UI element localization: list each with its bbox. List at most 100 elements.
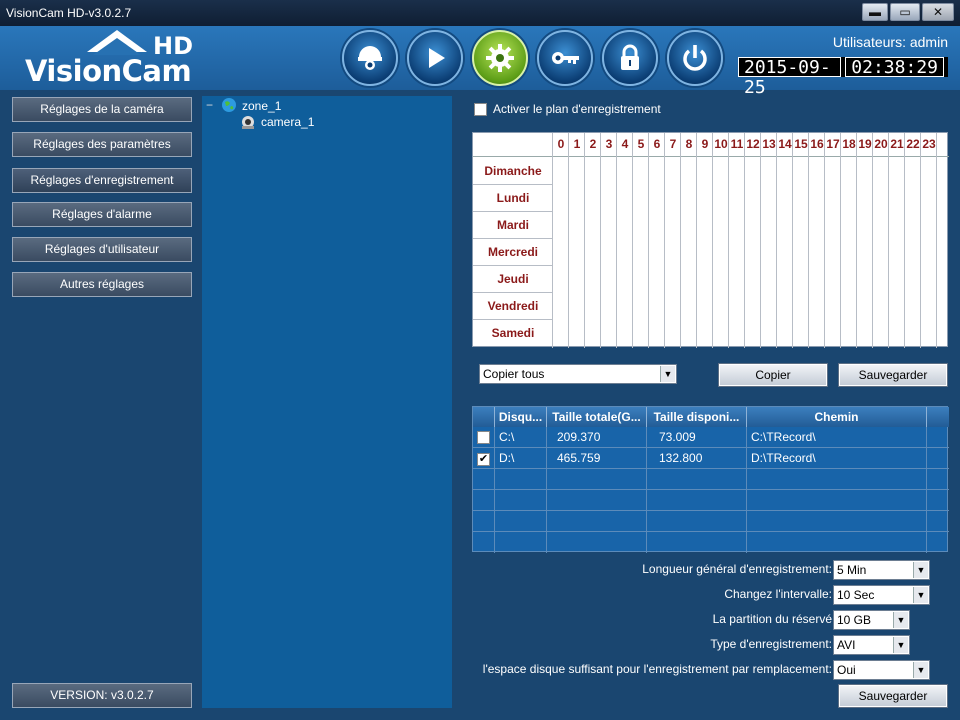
clock-date: 2015-09-25 bbox=[738, 57, 842, 98]
clock-display: 2015-09-25 02:38:29 bbox=[738, 57, 948, 98]
grid-col-line bbox=[888, 133, 889, 348]
grid-col-line bbox=[904, 133, 905, 348]
table-row[interactable]: ✔ D:\ 465.759 132.800 D:\TRecord\ bbox=[473, 448, 949, 469]
tree-collapse-toggle[interactable]: − bbox=[206, 98, 213, 112]
general-length-select[interactable]: 5 Min ▼ bbox=[833, 560, 930, 580]
disk-d-checkbox[interactable]: ✔ bbox=[477, 453, 490, 466]
grid-col-line bbox=[920, 133, 921, 348]
day-label: Mercredi bbox=[487, 245, 539, 259]
close-icon: ✕ bbox=[932, 5, 944, 19]
copy-button[interactable]: Copier bbox=[718, 363, 828, 387]
col-path[interactable]: Chemin bbox=[747, 407, 927, 427]
grid-col-line bbox=[696, 133, 697, 348]
camera-view-button[interactable] bbox=[342, 30, 398, 86]
access-button[interactable] bbox=[537, 30, 593, 86]
house-inner bbox=[93, 38, 141, 55]
close-button[interactable]: ✕ bbox=[922, 3, 954, 21]
grid-col-line bbox=[824, 133, 825, 348]
type-select[interactable]: AVI ▼ bbox=[833, 635, 910, 655]
col-total[interactable]: Taille totale(G... bbox=[547, 407, 647, 427]
grid-col-line bbox=[936, 133, 937, 348]
grid-col-line bbox=[792, 133, 793, 348]
disk-total: 209.370 bbox=[547, 427, 647, 447]
tree-zone[interactable]: zone_1 bbox=[242, 99, 281, 113]
lock-button[interactable] bbox=[602, 30, 658, 86]
grid-col-line bbox=[808, 133, 809, 348]
enable-schedule-checkbox[interactable] bbox=[474, 102, 487, 116]
row-checkbox-cell bbox=[473, 427, 495, 447]
nav-camera-settings[interactable]: Réglages de la caméra bbox=[12, 97, 192, 122]
row-spacer bbox=[927, 427, 949, 447]
power-icon bbox=[683, 45, 707, 71]
chevron-down-icon: ▼ bbox=[660, 366, 675, 382]
hour-label: 10 bbox=[714, 137, 728, 151]
disk-path: D:\TRecord\ bbox=[747, 448, 927, 468]
day-label: Jeudi bbox=[497, 272, 529, 286]
table-row[interactable]: C:\ 209.370 73.009 C:\TRecord\ bbox=[473, 427, 949, 448]
hour-label: 21 bbox=[890, 137, 904, 151]
day-label: Lundi bbox=[496, 191, 530, 205]
disk-total: 465.759 bbox=[547, 448, 647, 468]
hour-label: 8 bbox=[685, 137, 693, 151]
reserved-select[interactable]: 10 GB ▼ bbox=[833, 610, 910, 630]
grid-col-line bbox=[872, 133, 873, 348]
disk-c-checkbox[interactable] bbox=[477, 431, 490, 444]
tree-camera[interactable]: camera_1 bbox=[261, 115, 314, 129]
save-settings-button[interactable]: Sauvegarder bbox=[838, 684, 948, 708]
nav-parameter-settings[interactable]: Réglages des paramètres bbox=[12, 132, 192, 157]
grid-row-line bbox=[473, 211, 553, 212]
hour-label: 3 bbox=[605, 137, 613, 151]
grid-row-line bbox=[473, 319, 553, 320]
day-label: Samedi bbox=[491, 326, 535, 340]
col-disk[interactable]: Disqu... bbox=[495, 407, 547, 427]
hour-label: 15 bbox=[794, 137, 808, 151]
gear-icon bbox=[486, 44, 514, 72]
copy-select[interactable]: Copier tous ▼ bbox=[479, 364, 677, 384]
camera-node-icon bbox=[240, 114, 256, 133]
nav-other-settings[interactable]: Autres réglages bbox=[12, 272, 192, 297]
type-label: Type d'enregistrement: bbox=[710, 637, 832, 651]
hour-label: 2 bbox=[589, 137, 597, 151]
grid-col-line bbox=[664, 133, 665, 348]
clock-time: 02:38:29 bbox=[845, 57, 944, 78]
interval-select[interactable]: 10 Sec ▼ bbox=[833, 585, 930, 605]
overwrite-select[interactable]: Oui ▼ bbox=[833, 660, 930, 680]
reserved-label: La partition du réservé bbox=[712, 612, 832, 626]
header: HD VisionCam Utilisateurs: admin 2015-09… bbox=[0, 26, 960, 98]
schedule-grid[interactable]: 0 1 2 3 4 5 6 7 8 9 10 11 12 13 14 15 16 17 18 19 20 21 22 23 D… bbox=[472, 132, 949, 348]
hour-label: 7 bbox=[669, 137, 677, 151]
hour-label: 13 bbox=[762, 137, 776, 151]
settings-button[interactable] bbox=[472, 30, 528, 86]
hour-label: 22 bbox=[906, 137, 920, 151]
nav-recording-settings[interactable]: Réglages d'enregistrement bbox=[12, 168, 192, 193]
save-schedule-button[interactable]: Sauvegarder bbox=[838, 363, 948, 387]
col-available[interactable]: Taille disponi... bbox=[647, 407, 747, 427]
minimize-icon: ▬ bbox=[869, 5, 881, 19]
copy-select-value: Copier tous bbox=[483, 367, 545, 381]
nav-user-settings[interactable]: Réglages d'utilisateur bbox=[12, 237, 192, 262]
interval-value: 10 Sec bbox=[837, 588, 875, 602]
hour-label: 9 bbox=[701, 137, 709, 151]
hour-label: 11 bbox=[730, 137, 744, 151]
minimize-button[interactable]: ▬ bbox=[862, 3, 888, 21]
grid-col-line bbox=[568, 133, 569, 348]
general-length-value: 5 Min bbox=[837, 563, 867, 577]
globe-icon bbox=[221, 97, 237, 116]
hour-label: 23 bbox=[922, 137, 936, 151]
enable-schedule[interactable]: Activer le plan d'enregistrement bbox=[474, 102, 661, 116]
playback-button[interactable] bbox=[407, 30, 463, 86]
nav-alarm-settings[interactable]: Réglages d'alarme bbox=[12, 202, 192, 227]
table-row-empty bbox=[473, 532, 949, 553]
hour-label: 14 bbox=[778, 137, 792, 151]
device-tree: − zone_1 camera_1 bbox=[202, 96, 452, 708]
maximize-button[interactable]: ▭ bbox=[890, 3, 920, 21]
row-checkbox-cell: ✔ bbox=[473, 448, 495, 468]
chevron-down-icon: ▼ bbox=[913, 662, 928, 678]
overwrite-value: Oui bbox=[837, 663, 856, 677]
grid-col-line bbox=[744, 133, 745, 348]
power-button[interactable] bbox=[667, 30, 723, 86]
enable-schedule-label: Activer le plan d'enregistrement bbox=[493, 102, 661, 116]
col-spacer bbox=[927, 407, 949, 427]
row-spacer bbox=[927, 448, 949, 468]
chevron-down-icon: ▼ bbox=[893, 612, 908, 628]
